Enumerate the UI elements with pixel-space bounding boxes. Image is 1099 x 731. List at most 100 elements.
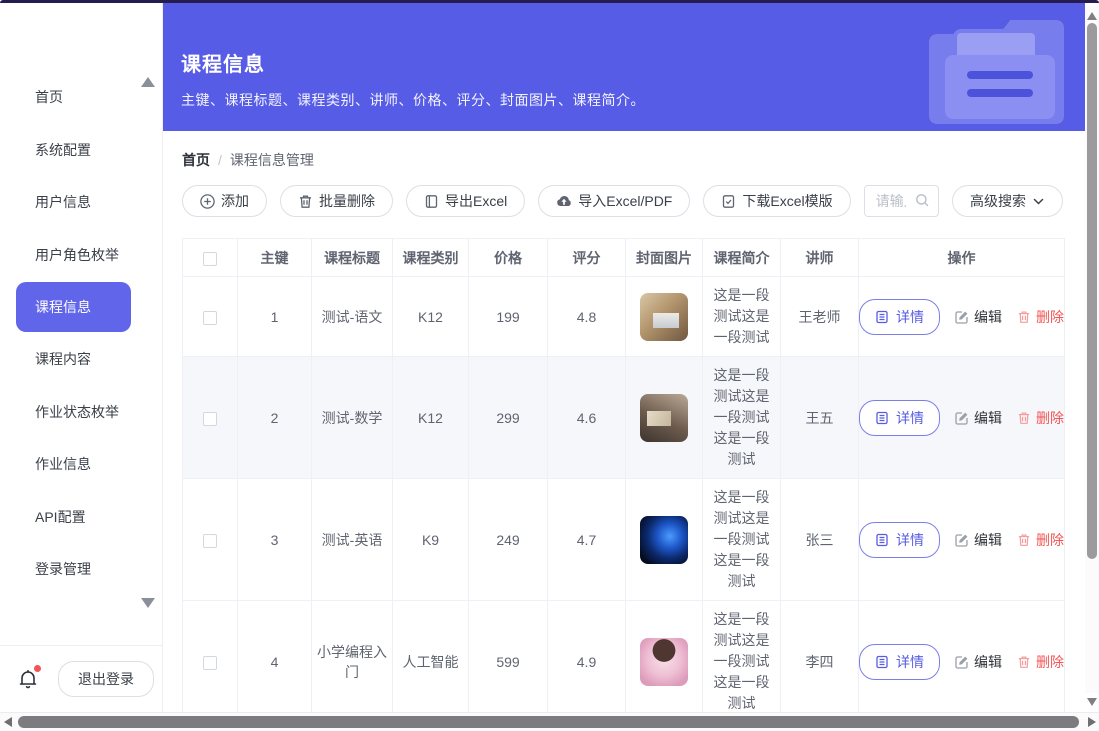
column-header-intro: 课程简介 [703,239,781,277]
horizontal-scrollbar[interactable] [0,712,1099,731]
sidebar-item-课程信息[interactable]: 课程信息 [16,282,131,332]
cell-price: 599 [469,601,548,713]
download-template-button[interactable]: 下载Excel模版 [703,185,850,217]
toolbar: 添加 批量删除 导出Excel 导入Excel/PDF 下载Excel模版 [182,185,1063,217]
column-header-teacher: 讲师 [781,239,859,277]
vertical-scrollbar[interactable] [1085,6,1099,693]
delete-button[interactable]: 删除 [1017,530,1064,550]
add-button[interactable]: 添加 [182,185,267,217]
edit-button[interactable]: 编辑 [955,652,1002,672]
row-checkbox[interactable] [203,656,217,670]
cell-price: 299 [469,357,548,479]
breadcrumb-separator: / [218,152,222,168]
cell-intro: 这是一段测试这是一段测试这是一段测试 [703,479,781,601]
detail-button[interactable]: 详情 [859,644,940,680]
edit-pencil-icon [955,655,969,669]
logout-button[interactable]: 退出登录 [58,661,154,697]
cell-id: 3 [238,479,312,601]
edit-pencil-icon [955,310,969,324]
scrollbar-right-arrow-icon[interactable] [1088,717,1096,727]
sidebar: 首页系统配置用户信息用户角色枚举课程信息课程内容作业状态枚举作业信息API配置登… [0,3,163,712]
sidebar-item-课程内容[interactable]: 课程内容 [0,333,162,386]
cell-price: 249 [469,479,548,601]
cloud-upload-icon [556,194,572,209]
scrollbar-up-arrow-icon[interactable] [1087,12,1097,20]
row-checkbox[interactable] [203,412,217,426]
sidebar-item-系统配置[interactable]: 系统配置 [0,124,162,177]
column-header-rating: 评分 [548,239,626,277]
edit-button[interactable]: 编辑 [955,307,1002,327]
app-window: 首页系统配置用户信息用户角色枚举课程信息课程内容作业状态枚举作业信息API配置登… [0,0,1099,731]
select-all-header [183,239,238,277]
sidebar-item-用户角色枚举[interactable]: 用户角色枚举 [0,229,162,282]
detail-doc-icon [875,411,889,425]
sidebar-nav: 首页系统配置用户信息用户角色枚举课程信息课程内容作业状态枚举作业信息API配置登… [0,3,162,596]
cell-intro: 这是一段测试这是一段测试这是一段测试 [703,357,781,479]
detail-button[interactable]: 详情 [859,400,940,436]
main-content: 课程信息 主键、课程标题、课程类别、讲师、价格、评分、封面图片、课程简介。 首页… [163,3,1085,712]
detail-button[interactable]: 详情 [859,522,940,558]
scrollbar-left-arrow-icon[interactable] [4,717,12,727]
row-checkbox[interactable] [203,311,217,325]
cell-id: 2 [238,357,312,479]
column-header-id: 主键 [238,239,312,277]
export-excel-button[interactable]: 导出Excel [406,185,525,217]
sidebar-item-作业信息[interactable]: 作业信息 [0,438,162,491]
detail-doc-icon [875,655,889,669]
notification-dot [34,665,41,672]
scrollbar-down-arrow-icon[interactable] [1087,698,1097,706]
delete-trash-icon [1017,411,1031,425]
reading-book-photo [640,394,688,442]
delete-button[interactable]: 删除 [1017,307,1064,327]
search-icon[interactable] [915,193,930,208]
delete-button[interactable]: 删除 [1017,652,1064,672]
table-row: 4 小学编程入门 人工智能 599 4.9 这是一段测试这是一段测试这是一段测试… [183,601,1065,713]
circle-plus-icon [200,194,215,209]
cell-teacher: 李四 [781,601,859,713]
detail-doc-icon [875,533,889,547]
sidebar-item-作业状态枚举[interactable]: 作业状态枚举 [0,386,162,439]
horizontal-scrollbar-thumb[interactable] [18,716,1079,728]
sidebar-scroll-up-icon[interactable] [141,77,155,87]
export-doc-icon [424,194,439,209]
column-header-price: 价格 [469,239,548,277]
course-table: 主键 课程标题 课程类别 价格 评分 封面图片 课程简介 讲师 操作 1 测试- [182,238,1063,712]
bell-icon[interactable] [16,667,40,691]
cell-id: 4 [238,601,312,713]
delete-trash-icon [1017,533,1031,547]
trash-icon [298,194,313,209]
breadcrumb-home[interactable]: 首页 [182,150,210,170]
sidebar-item-登录管理[interactable]: 登录管理 [0,543,162,596]
laptop-workspace-photo [640,293,688,341]
breadcrumb: 首页 / 课程信息管理 [182,150,1085,170]
vertical-scrollbar-thumb[interactable] [1087,23,1097,559]
sidebar-item-首页[interactable]: 首页 [0,71,162,124]
cell-rating: 4.9 [548,601,626,713]
cell-title: 测试-数学 [312,357,393,479]
cell-title: 小学编程入门 [312,601,393,713]
advanced-search-button[interactable]: 高级搜索 [952,185,1063,217]
sidebar-item-API配置[interactable]: API配置 [0,491,162,544]
folder-documents-icon [919,13,1071,125]
detail-doc-icon [875,310,889,324]
sidebar-scroll-down-icon[interactable] [141,598,155,608]
edit-button[interactable]: 编辑 [955,530,1002,550]
detail-button[interactable]: 详情 [859,299,940,335]
cell-category: K12 [393,277,469,357]
batch-delete-button[interactable]: 批量删除 [280,185,393,217]
cell-title: 测试-语文 [312,277,393,357]
table-row: 1 测试-语文 K12 199 4.8 这是一段测试这是一段测试 王老师 详情 … [183,277,1065,357]
row-checkbox[interactable] [203,534,217,548]
cell-price: 199 [469,277,548,357]
cell-teacher: 王老师 [781,277,859,357]
import-excel-button[interactable]: 导入Excel/PDF [538,185,690,217]
cell-id: 1 [238,277,312,357]
page-banner: 课程信息 主键、课程标题、课程类别、讲师、价格、评分、封面图片、课程简介。 [163,3,1085,131]
select-all-checkbox[interactable] [203,252,217,266]
edit-button[interactable]: 编辑 [955,408,1002,428]
sidebar-item-用户信息[interactable]: 用户信息 [0,176,162,229]
table-row: 2 测试-数学 K12 299 4.6 这是一段测试这是一段测试这是一段测试 王… [183,357,1065,479]
blue-abstract-photo [640,516,688,564]
delete-button[interactable]: 删除 [1017,408,1064,428]
sidebar-footer: 退出登录 [0,645,162,712]
